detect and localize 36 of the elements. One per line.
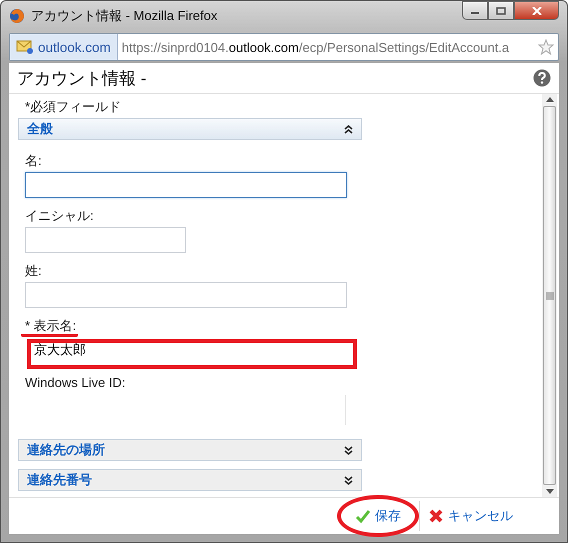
site-identity-button[interactable]: outlook.com <box>10 34 118 60</box>
collapse-icon <box>344 124 353 134</box>
field-label: 姓: <box>25 262 42 279</box>
check-icon <box>355 508 371 524</box>
grip-icon <box>546 292 554 300</box>
cancel-button[interactable]: キャンセル <box>420 503 521 529</box>
page-title: アカウント情報 - <box>17 68 146 90</box>
save-button[interactable]: 保存 <box>337 495 419 537</box>
field-label: Windows Live ID: <box>25 375 126 392</box>
maximize-button[interactable] <box>488 1 514 20</box>
input-field[interactable]: 京大太郎 <box>27 339 357 369</box>
section-header[interactable]: 全般 <box>18 118 362 140</box>
section-header[interactable]: 連絡先番号 <box>18 469 362 491</box>
field-label: 名: <box>25 152 42 169</box>
scroll-up-icon[interactable] <box>546 97 554 102</box>
scrollbar[interactable] <box>542 94 557 497</box>
field-label: イニシャル: <box>25 207 94 224</box>
address-bar[interactable]: outlook.com https://sinprd0104.outlook.com/ecp/PersonalSettings/EditAccount.a <box>9 33 559 61</box>
expand-icon <box>344 476 353 484</box>
maximize-icon <box>496 6 506 14</box>
section-header[interactable]: 連絡先の場所 <box>18 439 362 461</box>
globe-icon <box>9 8 25 24</box>
scroll-thumb[interactable] <box>543 106 556 485</box>
url-text: https://sinprd0104.outlook.com/ecp/PersonalSettings/EditAccount.a <box>120 40 510 54</box>
star-icon[interactable] <box>538 39 554 55</box>
scroll-down-icon[interactable] <box>546 489 554 494</box>
window-title: アカウント情報 - Mozilla Firefox <box>31 7 218 25</box>
expand-icon <box>344 446 353 454</box>
help-icon[interactable] <box>533 69 551 87</box>
envelope-icon <box>16 39 34 55</box>
minimize-button[interactable] <box>462 1 488 20</box>
required-note: *必須フィールド <box>24 98 122 116</box>
input-field[interactable] <box>25 172 347 198</box>
cross-icon <box>428 508 444 524</box>
close-button[interactable] <box>514 1 559 20</box>
close-icon <box>532 6 542 14</box>
